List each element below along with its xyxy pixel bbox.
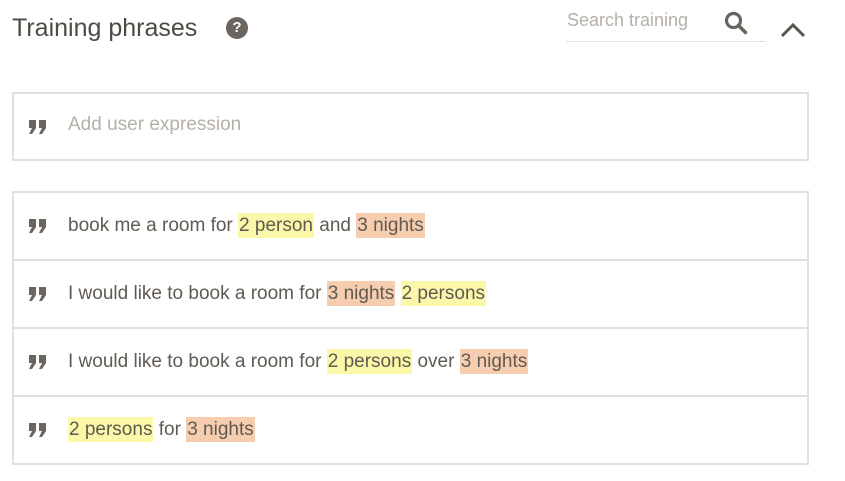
phrase-text: book me a room for 2 person and 3 nights: [68, 193, 425, 259]
search-input[interactable]: [567, 10, 717, 31]
phrase-segment: over: [412, 351, 460, 372]
training-phrases-header: Training phrases ?: [12, 10, 812, 52]
quote-icon: [29, 423, 46, 437]
phrase-segment: I would like to book a room for: [68, 283, 327, 304]
parameter-nights[interactable]: 3 nights: [356, 213, 425, 238]
phrase-segment: [395, 283, 400, 304]
page-title: Training phrases: [12, 14, 198, 42]
chevron-up-icon[interactable]: [778, 18, 808, 42]
parameter-person[interactable]: 2 persons: [68, 417, 154, 442]
quote-icon: [29, 355, 46, 369]
quote-icon: [29, 287, 46, 301]
training-phrase-row[interactable]: I would like to book a room for 3 nights…: [14, 261, 807, 329]
phrase-text: 2 persons for 3 nights: [68, 397, 255, 463]
training-phrase-row[interactable]: I would like to book a room for 2 person…: [14, 329, 807, 397]
phrase-segment: book me a room for: [68, 215, 239, 236]
training-phrase-row[interactable]: 2 persons for 3 nights: [14, 397, 807, 465]
parameter-person[interactable]: 2 person: [238, 213, 314, 238]
phrase-text: I would like to book a room for 3 nights…: [68, 261, 487, 327]
quote-icon: [29, 219, 46, 233]
add-expression-input[interactable]: [68, 114, 768, 136]
search-training: [567, 4, 765, 42]
phrase-segment: I would like to book a room for: [68, 351, 327, 372]
help-icon[interactable]: ?: [226, 17, 248, 39]
parameter-nights[interactable]: 3 nights: [459, 349, 529, 374]
phrase-text: I would like to book a room for 2 person…: [68, 329, 529, 395]
training-phrase-list: book me a room for 2 person and 3 nights…: [12, 191, 809, 465]
search-icon[interactable]: [723, 10, 749, 36]
quote-icon: [29, 119, 46, 134]
parameter-person[interactable]: 2 persons: [326, 349, 413, 374]
phrase-segment: and: [313, 215, 357, 236]
training-phrase-row[interactable]: book me a room for 2 person and 3 nights: [14, 193, 807, 261]
phrase-segment: for: [153, 419, 187, 440]
parameter-person[interactable]: 2 persons: [400, 281, 487, 306]
parameter-nights[interactable]: 3 nights: [326, 281, 396, 306]
parameter-nights[interactable]: 3 nights: [186, 417, 255, 442]
add-expression-box: [12, 92, 809, 161]
